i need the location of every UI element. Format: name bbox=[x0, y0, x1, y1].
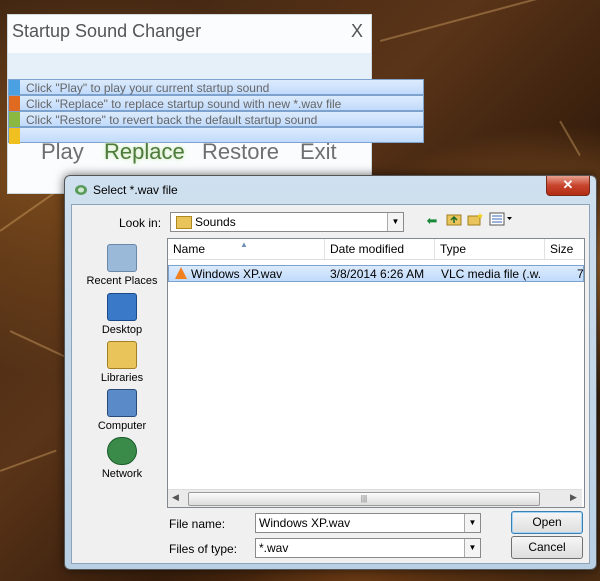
dialog-title: Select *.wav file bbox=[93, 183, 178, 197]
background-streak bbox=[379, 0, 555, 42]
folder-icon bbox=[176, 216, 192, 229]
files-of-type-value: *.wav bbox=[259, 541, 289, 555]
cancel-button[interactable]: Cancel bbox=[511, 536, 583, 559]
network-icon bbox=[107, 437, 137, 465]
place-label: Libraries bbox=[100, 372, 144, 384]
action-bar: Play Replace Restore Exit bbox=[8, 139, 371, 169]
file-name-cell: Windows XP.wav bbox=[191, 267, 283, 281]
files-of-type-combo[interactable]: *.wav ▼ bbox=[255, 538, 481, 558]
column-size[interactable]: Size bbox=[545, 239, 584, 259]
select-file-dialog: Select *.wav file ✕ Look in: Sounds ▼ ⬅ … bbox=[64, 175, 597, 570]
look-in-value: Sounds bbox=[195, 215, 236, 229]
desktop-icon bbox=[107, 293, 137, 321]
file-date-cell: 3/8/2014 6:26 AM bbox=[330, 267, 425, 281]
file-list-header: ▲ Name Date modified Type Size bbox=[168, 239, 584, 260]
back-icon[interactable]: ⬅ bbox=[423, 212, 441, 230]
look-in-label: Look in: bbox=[119, 216, 162, 230]
file-name-combo[interactable]: Windows XP.wav ▼ bbox=[255, 513, 481, 533]
file-type-cell: VLC media file (.w... bbox=[441, 267, 541, 281]
vlc-app-icon bbox=[75, 185, 87, 195]
app-title: Startup Sound Changer bbox=[12, 21, 202, 41]
file-name-value: Windows XP.wav bbox=[259, 516, 351, 530]
libraries-icon bbox=[107, 341, 137, 369]
sort-up-icon: ▲ bbox=[240, 240, 248, 249]
column-type[interactable]: Type bbox=[435, 239, 545, 259]
help-panel: Click "Play" to play your current startu… bbox=[8, 53, 424, 144]
help-line: Click "Restore" to revert back the defau… bbox=[8, 111, 424, 128]
background-streak bbox=[0, 449, 57, 472]
file-name-label: File name: bbox=[169, 517, 226, 531]
look-in-combo[interactable]: Sounds ▼ bbox=[170, 212, 404, 232]
help-line-text: Click "Replace" to replace startup sound… bbox=[26, 97, 342, 111]
help-color-bar bbox=[9, 96, 20, 112]
view-menu-icon[interactable] bbox=[488, 212, 514, 230]
exit-button[interactable]: Exit bbox=[300, 139, 337, 165]
file-list[interactable]: ▲ Name Date modified Type Size Windows X… bbox=[167, 238, 585, 508]
help-line-text: Click "Play" to play your current startu… bbox=[26, 81, 270, 95]
dialog-client: Look in: Sounds ▼ ⬅ Recent Places Deskto… bbox=[71, 204, 590, 564]
help-line: Click "Play" to play your current startu… bbox=[8, 79, 424, 96]
help-color-bar bbox=[9, 112, 20, 128]
dialog-close-button[interactable]: ✕ bbox=[546, 176, 590, 196]
chevron-down-icon[interactable]: ▼ bbox=[464, 539, 480, 557]
place-label: Computer bbox=[97, 420, 147, 432]
new-folder-icon[interactable] bbox=[466, 212, 484, 230]
place-recent-places[interactable]: Recent Places bbox=[81, 244, 163, 287]
background-streak bbox=[559, 120, 581, 157]
computer-icon bbox=[107, 389, 137, 417]
up-folder-icon[interactable] bbox=[445, 212, 463, 230]
help-color-bar bbox=[9, 80, 20, 96]
background-streak bbox=[9, 330, 65, 358]
help-line-text: Click "Restore" to revert back the defau… bbox=[26, 113, 318, 127]
open-button[interactable]: Open bbox=[511, 511, 583, 534]
chevron-down-icon[interactable]: ▼ bbox=[464, 514, 480, 532]
places-bar: Recent Places Desktop Libraries Computer… bbox=[81, 238, 163, 484]
file-row[interactable]: Windows XP.wav 3/8/2014 6:26 AM VLC medi… bbox=[168, 265, 584, 282]
replace-button[interactable]: Replace bbox=[104, 139, 185, 165]
file-size-cell: 7 bbox=[577, 267, 584, 281]
place-label: Network bbox=[101, 468, 143, 480]
place-label: Recent Places bbox=[86, 275, 158, 287]
place-desktop[interactable]: Desktop bbox=[81, 293, 163, 336]
place-computer[interactable]: Computer bbox=[81, 389, 163, 432]
help-line: Click "Replace" to replace startup sound… bbox=[8, 95, 424, 112]
horizontal-scrollbar[interactable]: ◀ ||| ▶ bbox=[168, 489, 582, 507]
vlc-cone-icon bbox=[175, 267, 187, 279]
files-of-type-label: Files of type: bbox=[169, 542, 238, 556]
place-network[interactable]: Network bbox=[81, 437, 163, 480]
restore-button[interactable]: Restore bbox=[202, 139, 279, 165]
scroll-thumb[interactable]: ||| bbox=[188, 492, 540, 506]
chevron-down-icon[interactable]: ▼ bbox=[387, 213, 403, 231]
recent-places-icon bbox=[107, 244, 137, 272]
play-button[interactable]: Play bbox=[41, 139, 84, 165]
app-close-button[interactable]: X bbox=[351, 21, 363, 42]
scroll-left-icon[interactable]: ◀ bbox=[172, 492, 179, 503]
column-name[interactable]: ▲ Name bbox=[168, 239, 325, 259]
startup-sound-changer-window: Startup Sound Changer X Click "Play" to … bbox=[7, 14, 424, 194]
background-streak bbox=[0, 190, 58, 232]
column-date-modified[interactable]: Date modified bbox=[325, 239, 435, 259]
place-label: Desktop bbox=[101, 324, 143, 336]
place-libraries[interactable]: Libraries bbox=[81, 341, 163, 384]
scroll-right-icon[interactable]: ▶ bbox=[570, 492, 577, 503]
